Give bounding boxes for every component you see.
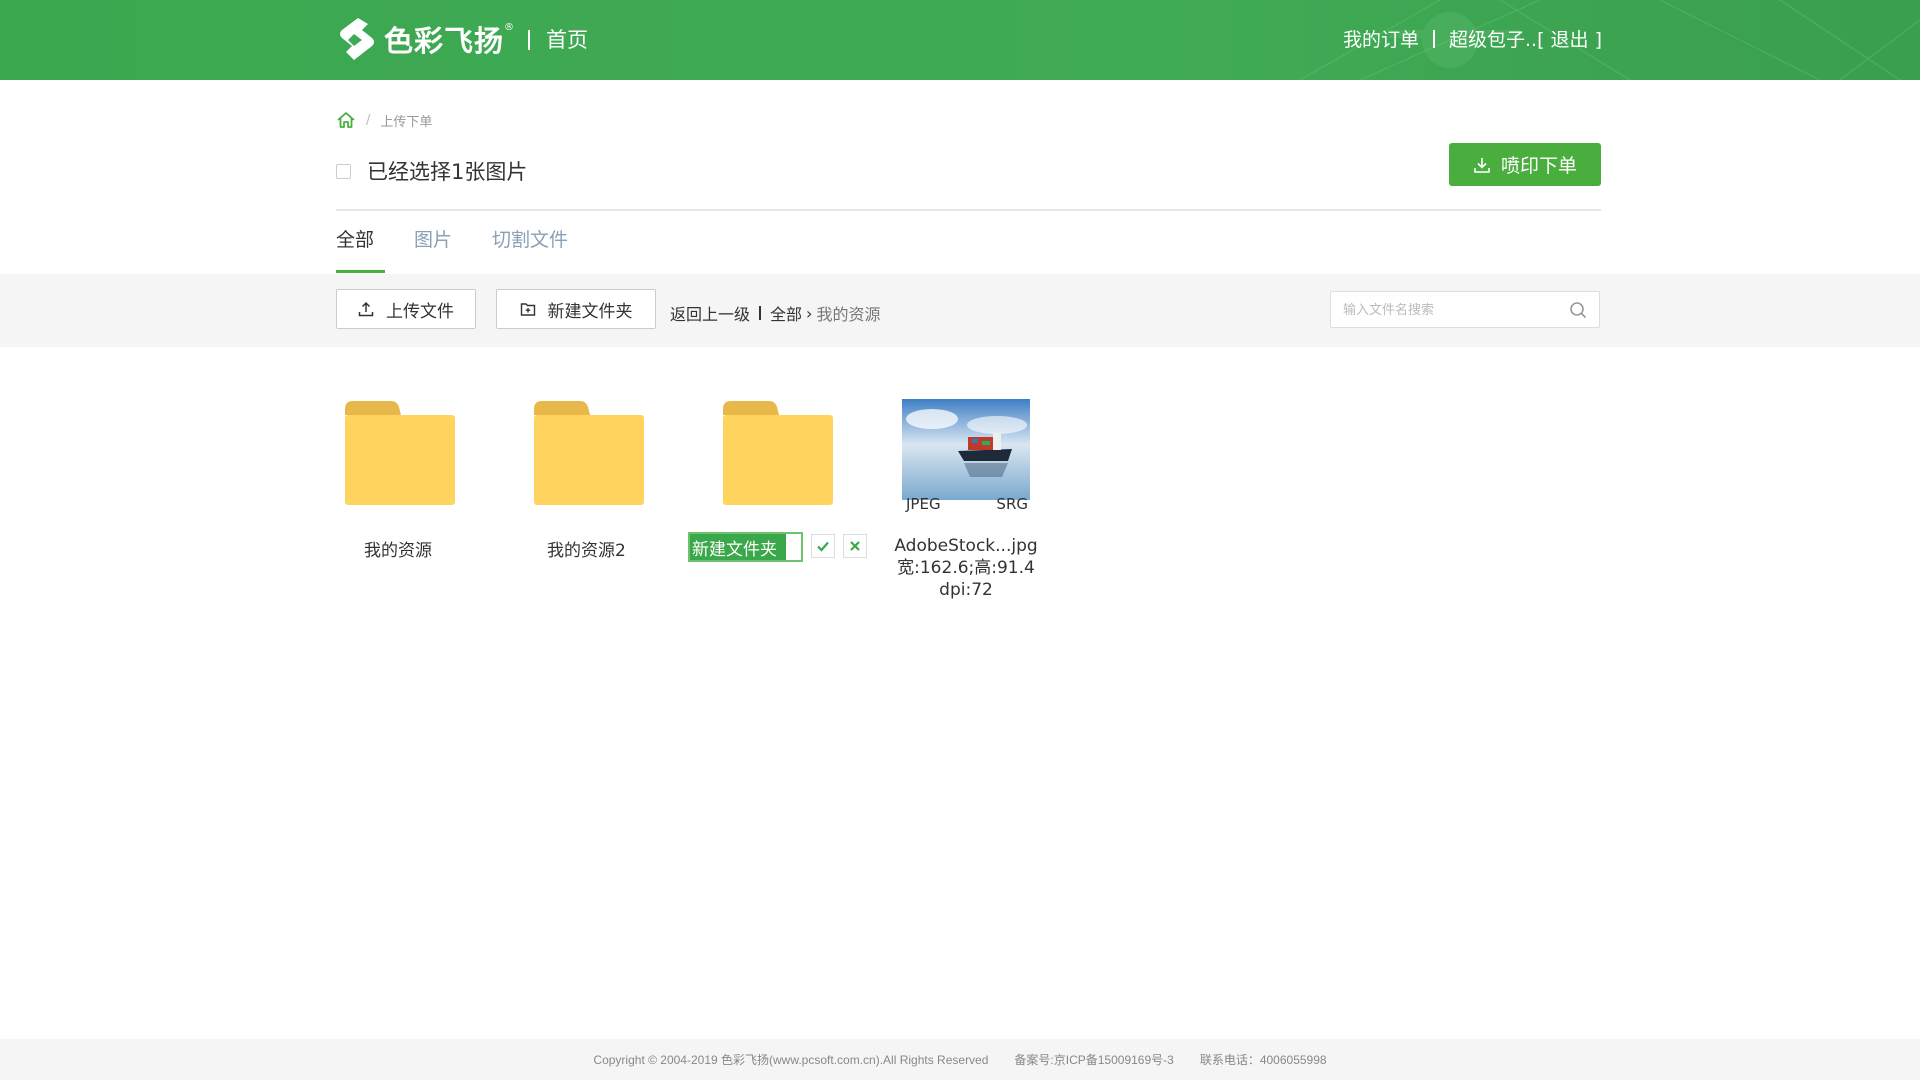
nav-divider bbox=[1433, 29, 1435, 48]
tab-images[interactable]: 图片 bbox=[414, 225, 452, 273]
file-name: 我的资源 bbox=[364, 541, 432, 561]
copyright-text: Copyright © 2004-2019 色彩飞扬(www.pcsoft.co… bbox=[593, 1053, 989, 1067]
path-current: 我的资源 bbox=[816, 305, 881, 324]
selection-row: 已经选择1张图片 bbox=[336, 156, 527, 186]
icp-text: 备案号:京ICP备15009169号-3 bbox=[1014, 1053, 1174, 1067]
download-icon bbox=[1474, 157, 1490, 173]
print-order-button[interactable]: 喷印下单 bbox=[1449, 143, 1601, 186]
file-toolbar: 上传文件 新建文件夹 返回上一级 全部 › 我的资源 bbox=[0, 274, 1920, 347]
home-link[interactable]: 首页 bbox=[546, 24, 588, 54]
back-up-link[interactable]: 返回上一级 bbox=[670, 301, 750, 325]
my-orders-link[interactable]: 我的订单 bbox=[1343, 25, 1419, 52]
user-nav: 我的订单 超级包子.. [ 退出 ] bbox=[1343, 25, 1602, 52]
cancel-rename-button[interactable] bbox=[843, 534, 867, 558]
user-name-link[interactable]: 超级包子.. bbox=[1449, 25, 1537, 52]
search-input[interactable] bbox=[1343, 292, 1563, 327]
chevron-right-icon: › bbox=[806, 303, 813, 323]
folder-path: 返回上一级 全部 › 我的资源 bbox=[670, 301, 880, 325]
page-footer: Copyright © 2004-2019 色彩飞扬(www.pcsoft.co… bbox=[0, 1039, 1920, 1080]
rename-field-wrapper bbox=[688, 532, 803, 562]
folder-icon[interactable] bbox=[534, 401, 644, 505]
contact-phone: 联系电话：4006055998 bbox=[1199, 1053, 1327, 1067]
selection-count-text: 已经选择1张图片 bbox=[367, 160, 528, 184]
image-format: JPEG bbox=[906, 495, 941, 513]
select-all-checkbox[interactable] bbox=[336, 163, 351, 179]
image-dimensions: 宽:162.6;高:91.4 bbox=[897, 558, 1035, 578]
section-divider bbox=[336, 209, 1601, 211]
image-thumbnail[interactable] bbox=[902, 399, 1030, 500]
new-folder-label: 新建文件夹 bbox=[547, 301, 633, 322]
folder-icon[interactable] bbox=[345, 401, 455, 505]
logo-text: 色彩飞扬 bbox=[384, 24, 505, 58]
tab-all[interactable]: 全部 bbox=[336, 225, 386, 273]
logo[interactable]: 色彩飞扬 ® bbox=[336, 16, 514, 62]
rename-input[interactable] bbox=[690, 534, 801, 560]
upload-icon bbox=[358, 301, 374, 317]
file-name: AdobeStock...jpg bbox=[894, 536, 1038, 556]
path-divider bbox=[759, 306, 762, 320]
folder-icon[interactable] bbox=[723, 401, 833, 505]
breadcrumb: / 上传下单 bbox=[336, 110, 432, 130]
search-icon[interactable] bbox=[1569, 301, 1587, 319]
top-header: 色彩飞扬 ® 首页 我的订单 超级包子.. [ 退出 ] bbox=[0, 0, 1920, 80]
home-icon[interactable] bbox=[336, 110, 356, 130]
image-colorspace: SRG bbox=[996, 495, 1028, 513]
path-root-link[interactable]: 全部 bbox=[770, 301, 802, 325]
header-divider bbox=[528, 30, 530, 50]
breadcrumb-separator: / bbox=[366, 112, 371, 128]
new-folder-icon bbox=[520, 303, 535, 316]
file-type-tabs: 全部 图片 切割文件 bbox=[336, 225, 608, 273]
close-icon bbox=[850, 541, 860, 551]
upload-file-label: 上传文件 bbox=[386, 301, 454, 322]
confirm-rename-button[interactable] bbox=[811, 534, 835, 558]
logo-icon bbox=[340, 18, 374, 60]
tab-cut-files[interactable]: 切割文件 bbox=[492, 225, 568, 273]
print-order-label: 喷印下单 bbox=[1500, 155, 1577, 177]
new-folder-button[interactable]: 新建文件夹 bbox=[496, 289, 656, 329]
logout-link[interactable]: [ 退出 ] bbox=[1537, 25, 1602, 52]
check-icon bbox=[817, 541, 829, 552]
file-name: 我的资源2 bbox=[547, 541, 626, 561]
logo-registered-mark: ® bbox=[504, 21, 515, 33]
image-info: AdobeStock...jpg 宽:162.6;高:91.4 dpi:72 bbox=[880, 535, 1052, 601]
breadcrumb-current: 上传下单 bbox=[380, 114, 433, 130]
upload-file-button[interactable]: 上传文件 bbox=[336, 289, 476, 329]
image-dpi: dpi:72 bbox=[939, 580, 993, 600]
search-box bbox=[1330, 291, 1600, 328]
